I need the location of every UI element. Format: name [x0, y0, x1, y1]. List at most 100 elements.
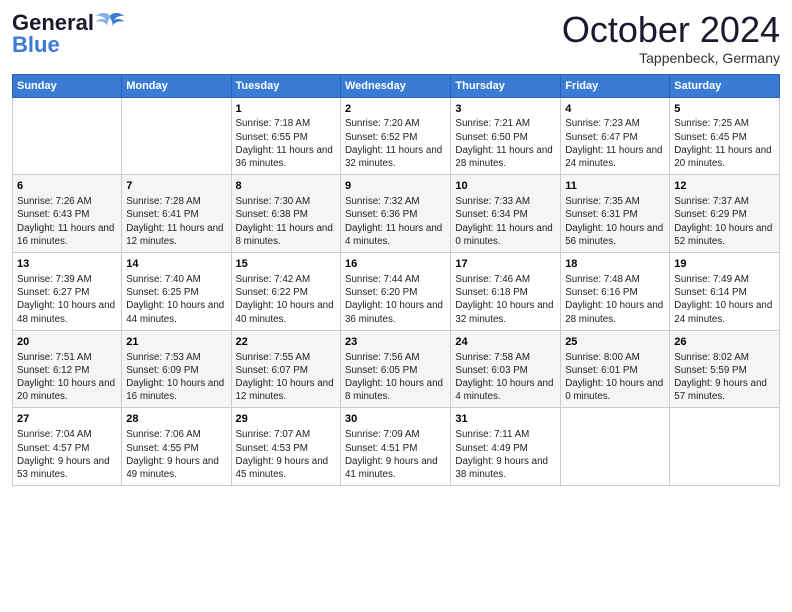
calendar-cell: 16Sunrise: 7:44 AMSunset: 6:20 PMDayligh…: [340, 253, 450, 331]
sunset-text: Sunset: 6:05 PM: [345, 365, 417, 376]
sunset-text: Sunset: 6:31 PM: [565, 209, 637, 220]
daylight-text: Daylight: 11 hours and 36 minutes.: [236, 145, 333, 169]
sunrise-text: Sunrise: 7:20 AM: [345, 118, 420, 129]
day-number: 24: [455, 335, 556, 350]
sunset-text: Sunset: 4:49 PM: [455, 443, 527, 454]
day-info: Sunrise: 7:39 AMSunset: 6:27 PMDaylight:…: [17, 273, 117, 326]
daylight-text: Daylight: 11 hours and 12 minutes.: [126, 223, 223, 247]
day-number: 16: [345, 257, 446, 272]
sunrise-text: Sunrise: 7:23 AM: [565, 118, 640, 129]
day-info: Sunrise: 7:44 AMSunset: 6:20 PMDaylight:…: [345, 273, 446, 326]
calendar-cell: 15Sunrise: 7:42 AMSunset: 6:22 PMDayligh…: [231, 253, 340, 331]
daylight-text: Daylight: 9 hours and 49 minutes.: [126, 456, 219, 480]
day-number: 18: [565, 257, 665, 272]
sunrise-text: Sunrise: 7:42 AM: [236, 274, 311, 285]
col-thursday: Thursday: [451, 74, 561, 97]
day-number: 8: [236, 179, 336, 194]
calendar-cell: 22Sunrise: 7:55 AMSunset: 6:07 PMDayligh…: [231, 330, 340, 408]
daylight-text: Daylight: 11 hours and 0 minutes.: [455, 223, 552, 247]
daylight-text: Daylight: 10 hours and 28 minutes.: [565, 300, 663, 324]
day-info: Sunrise: 7:07 AMSunset: 4:53 PMDaylight:…: [236, 428, 336, 481]
day-number: 17: [455, 257, 556, 272]
logo-blue-text: Blue: [12, 32, 60, 58]
day-number: 2: [345, 102, 446, 117]
day-number: 31: [455, 412, 556, 427]
day-info: Sunrise: 7:30 AMSunset: 6:38 PMDaylight:…: [236, 195, 336, 248]
daylight-text: Daylight: 10 hours and 40 minutes.: [236, 300, 334, 324]
sunset-text: Sunset: 6:43 PM: [17, 209, 89, 220]
calendar-week-4: 20Sunrise: 7:51 AMSunset: 6:12 PMDayligh…: [13, 330, 780, 408]
calendar-cell: [13, 97, 122, 175]
sunset-text: Sunset: 6:36 PM: [345, 209, 417, 220]
day-number: 3: [455, 102, 556, 117]
calendar-cell: 28Sunrise: 7:06 AMSunset: 4:55 PMDayligh…: [122, 408, 231, 486]
sunrise-text: Sunrise: 7:25 AM: [674, 118, 749, 129]
calendar-cell: 29Sunrise: 7:07 AMSunset: 4:53 PMDayligh…: [231, 408, 340, 486]
calendar-cell: 2Sunrise: 7:20 AMSunset: 6:52 PMDaylight…: [340, 97, 450, 175]
calendar-cell: [561, 408, 670, 486]
day-number: 22: [236, 335, 336, 350]
col-tuesday: Tuesday: [231, 74, 340, 97]
col-sunday: Sunday: [13, 74, 122, 97]
calendar-week-3: 13Sunrise: 7:39 AMSunset: 6:27 PMDayligh…: [13, 253, 780, 331]
day-number: 25: [565, 335, 665, 350]
calendar-cell: 18Sunrise: 7:48 AMSunset: 6:16 PMDayligh…: [561, 253, 670, 331]
day-number: 11: [565, 179, 665, 194]
calendar-cell: 31Sunrise: 7:11 AMSunset: 4:49 PMDayligh…: [451, 408, 561, 486]
day-number: 19: [674, 257, 775, 272]
daylight-text: Daylight: 11 hours and 20 minutes.: [674, 145, 771, 169]
day-info: Sunrise: 7:11 AMSunset: 4:49 PMDaylight:…: [455, 428, 556, 481]
calendar-week-1: 1Sunrise: 7:18 AMSunset: 6:55 PMDaylight…: [13, 97, 780, 175]
day-info: Sunrise: 7:51 AMSunset: 6:12 PMDaylight:…: [17, 351, 117, 404]
calendar-cell: 27Sunrise: 7:04 AMSunset: 4:57 PMDayligh…: [13, 408, 122, 486]
calendar-cell: 11Sunrise: 7:35 AMSunset: 6:31 PMDayligh…: [561, 175, 670, 253]
day-number: 1: [236, 102, 336, 117]
daylight-text: Daylight: 10 hours and 8 minutes.: [345, 378, 443, 402]
sunrise-text: Sunrise: 7:07 AM: [236, 429, 311, 440]
day-info: Sunrise: 7:56 AMSunset: 6:05 PMDaylight:…: [345, 351, 446, 404]
sunrise-text: Sunrise: 7:46 AM: [455, 274, 530, 285]
calendar-cell: 14Sunrise: 7:40 AMSunset: 6:25 PMDayligh…: [122, 253, 231, 331]
day-info: Sunrise: 7:46 AM Sunset: 6:18 PM Daylight:…: [455, 273, 556, 326]
day-number: 7: [126, 179, 226, 194]
calendar-cell: [670, 408, 780, 486]
title-section: October 2024 Tappenbeck, Germany: [562, 10, 780, 66]
sunset-text: Sunset: 6:38 PM: [236, 209, 308, 220]
month-title: October 2024: [562, 10, 780, 50]
calendar-cell: 6Sunrise: 7:26 AMSunset: 6:43 PMDaylight…: [13, 175, 122, 253]
daylight-text: Daylight: 10 hours and 32 minutes.: [455, 300, 553, 324]
day-info: Sunrise: 7:06 AMSunset: 4:55 PMDaylight:…: [126, 428, 226, 481]
sunrise-text: Sunrise: 8:02 AM: [674, 352, 749, 363]
calendar-week-2: 6Sunrise: 7:26 AMSunset: 6:43 PMDaylight…: [13, 175, 780, 253]
sunset-text: Sunset: 6:45 PM: [674, 132, 746, 143]
sunset-text: Sunset: 6:41 PM: [126, 209, 198, 220]
sunrise-text: Sunrise: 7:44 AM: [345, 274, 420, 285]
sunset-text: Sunset: 6:12 PM: [17, 365, 89, 376]
day-number: 21: [126, 335, 226, 350]
calendar-cell: 5Sunrise: 7:25 AMSunset: 6:45 PMDaylight…: [670, 97, 780, 175]
day-info: Sunrise: 7:26 AMSunset: 6:43 PMDaylight:…: [17, 195, 117, 248]
sunrise-text: Sunrise: 7:35 AM: [565, 196, 640, 207]
calendar-table: Sunday Monday Tuesday Wednesday Thursday…: [12, 74, 780, 487]
day-info: Sunrise: 7:35 AMSunset: 6:31 PMDaylight:…: [565, 195, 665, 248]
col-friday: Friday: [561, 74, 670, 97]
daylight-text: Daylight: 9 hours and 38 minutes.: [455, 456, 548, 480]
sunset-text: Sunset: 6:18 PM: [455, 287, 527, 298]
sunrise-text: Sunrise: 7:32 AM: [345, 196, 420, 207]
day-number: 4: [565, 102, 665, 117]
calendar-cell: 13Sunrise: 7:39 AMSunset: 6:27 PMDayligh…: [13, 253, 122, 331]
day-info: Sunrise: 7:58 AMSunset: 6:03 PMDaylight:…: [455, 351, 556, 404]
sunrise-text: Sunrise: 7:40 AM: [126, 274, 201, 285]
sunset-text: Sunset: 6:07 PM: [236, 365, 308, 376]
day-number: 10: [455, 179, 556, 194]
day-info: Sunrise: 7:18 AMSunset: 6:55 PMDaylight:…: [236, 117, 336, 170]
day-info: Sunrise: 7:48 AMSunset: 6:16 PMDaylight:…: [565, 273, 665, 326]
day-info: Sunrise: 7:53 AMSunset: 6:09 PMDaylight:…: [126, 351, 226, 404]
day-number: 12: [674, 179, 775, 194]
day-info: Sunrise: 7:37 AMSunset: 6:29 PMDaylight:…: [674, 195, 775, 248]
daylight-text: Daylight: 9 hours and 41 minutes.: [345, 456, 438, 480]
sunset-text: Sunset: 6:29 PM: [674, 209, 746, 220]
daylight-text: Daylight: 10 hours and 20 minutes.: [17, 378, 115, 402]
day-info: Sunrise: 7:28 AMSunset: 6:41 PMDaylight:…: [126, 195, 226, 248]
daylight-text: Daylight: 11 hours and 8 minutes.: [236, 223, 333, 247]
